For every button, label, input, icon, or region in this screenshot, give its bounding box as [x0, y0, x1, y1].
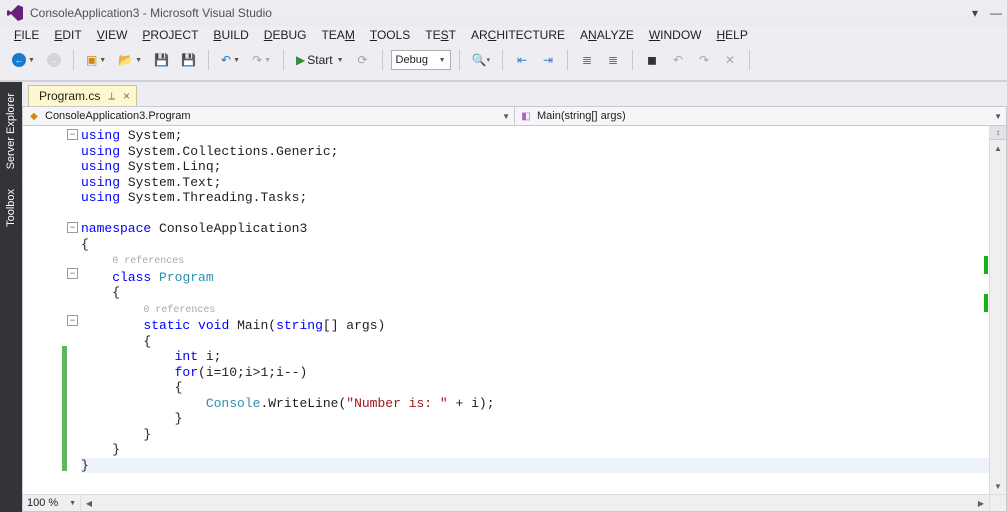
- menu-test[interactable]: TEST: [425, 28, 456, 42]
- indent-less-button[interactable]: ⇤: [511, 49, 533, 71]
- menu-analyze[interactable]: ANALYZE: [580, 28, 634, 42]
- indent-more-button[interactable]: ⇥: [537, 49, 559, 71]
- document-tab-programcs[interactable]: Program.cs ⟂ ×: [28, 85, 137, 106]
- vertical-scrollbar[interactable]: ↕ ▲ ▼: [989, 126, 1006, 494]
- config-select[interactable]: Debug▼: [391, 50, 451, 70]
- pin-icon[interactable]: ⟂: [108, 91, 115, 102]
- menu-build[interactable]: BUILD: [213, 28, 248, 42]
- marker-icon: [984, 256, 988, 274]
- navigation-bar: ◆ ConsoleApplication3.Program ▼ ◧ Main(s…: [22, 106, 1007, 126]
- bookmark-button[interactable]: ◼: [641, 49, 663, 71]
- outline-column: − − − −: [67, 126, 81, 494]
- marker-icon: [984, 294, 988, 312]
- nav-fwd-button[interactable]: →: [43, 49, 65, 71]
- scroll-up-icon[interactable]: ▲: [990, 140, 1006, 156]
- menu-tools[interactable]: TOOLS: [370, 28, 410, 42]
- outline-toggle[interactable]: −: [67, 315, 78, 326]
- menu-view[interactable]: VIEW: [97, 28, 128, 42]
- menu-architecture[interactable]: ARCHITECTURE: [471, 28, 565, 42]
- type-nav-dropdown[interactable]: ◆ ConsoleApplication3.Program ▼: [23, 107, 515, 125]
- tab-title: Program.cs: [39, 89, 100, 103]
- redo-button[interactable]: ↷▼: [248, 49, 275, 71]
- menu-file[interactable]: FILE: [14, 28, 39, 42]
- bm-next-button[interactable]: ↷: [693, 49, 715, 71]
- side-rail: Server Explorer Toolbox: [0, 82, 22, 512]
- tab-strip: Program.cs ⟂ ×: [22, 82, 1007, 106]
- outline-toggle[interactable]: −: [67, 129, 78, 140]
- scroll-down-icon[interactable]: ▼: [990, 478, 1006, 494]
- minimize-icon[interactable]: —: [990, 6, 1001, 20]
- find-button[interactable]: 🔍▾: [468, 49, 494, 71]
- title-bar: ConsoleApplication3 - Microsoft Visual S…: [0, 0, 1007, 26]
- menu-debug[interactable]: DEBUG: [264, 28, 307, 42]
- menu-window[interactable]: WINDOW: [649, 28, 702, 42]
- close-icon[interactable]: ×: [123, 89, 130, 103]
- split-grip-icon[interactable]: ↕: [990, 126, 1006, 140]
- bm-clear-button[interactable]: ✕: [719, 49, 741, 71]
- menu-project[interactable]: PROJECT: [142, 28, 198, 42]
- menu-team[interactable]: TEAM: [321, 28, 354, 42]
- open-file-button[interactable]: 📂▼: [114, 49, 146, 71]
- annotation-column: [979, 126, 989, 494]
- restart-button[interactable]: ⟳: [352, 49, 374, 71]
- scroll-left-icon[interactable]: ◀: [81, 499, 97, 508]
- method-icon: ◧: [519, 109, 533, 123]
- new-project-button[interactable]: ▣▼: [82, 49, 110, 71]
- save-all-button[interactable]: 💾: [177, 49, 200, 71]
- window-title: ConsoleApplication3 - Microsoft Visual S…: [30, 6, 272, 20]
- menu-help[interactable]: HELP: [716, 28, 747, 42]
- help-window-icon[interactable]: ▾: [972, 6, 978, 20]
- vs-logo-icon: [6, 4, 24, 22]
- member-nav-dropdown[interactable]: ◧ Main(string[] args) ▼: [515, 107, 1006, 125]
- undo-button[interactable]: ↶▼: [217, 49, 244, 71]
- menu-edit[interactable]: EDIT: [54, 28, 81, 42]
- class-icon: ◆: [27, 109, 41, 123]
- outline-toggle[interactable]: −: [67, 268, 78, 279]
- uncomment-button[interactable]: ≣: [602, 49, 624, 71]
- toolbox-tab[interactable]: Toolbox: [2, 180, 20, 236]
- menu-bar: FILE EDIT VIEW PROJECT BUILD DEBUG TEAM …: [0, 26, 1007, 47]
- toolbar: ←▼ → ▣▼ 📂▼ 💾 💾 ↶▼ ↷▼ ▶Start▼ ⟳ Debug▼ 🔍▾…: [0, 47, 1007, 75]
- outline-toggle[interactable]: −: [67, 222, 78, 233]
- server-explorer-tab[interactable]: Server Explorer: [2, 84, 20, 178]
- bm-prev-button[interactable]: ↶: [667, 49, 689, 71]
- code-editor[interactable]: − − − − using System; using System.Colle…: [22, 126, 1007, 512]
- save-button[interactable]: 💾: [150, 49, 173, 71]
- scroll-right-icon[interactable]: ▶: [973, 499, 989, 508]
- comment-button[interactable]: ≣: [576, 49, 598, 71]
- nav-back-button[interactable]: ←▼: [8, 49, 39, 71]
- code-content: using System; using System.Collections.G…: [81, 126, 989, 494]
- zoom-select[interactable]: 100 %▼: [23, 495, 81, 511]
- editor-gutter: [23, 126, 67, 494]
- horizontal-scrollbar[interactable]: 100 %▼ ◀ ▶: [23, 494, 1006, 511]
- start-button[interactable]: ▶Start▼: [292, 49, 348, 71]
